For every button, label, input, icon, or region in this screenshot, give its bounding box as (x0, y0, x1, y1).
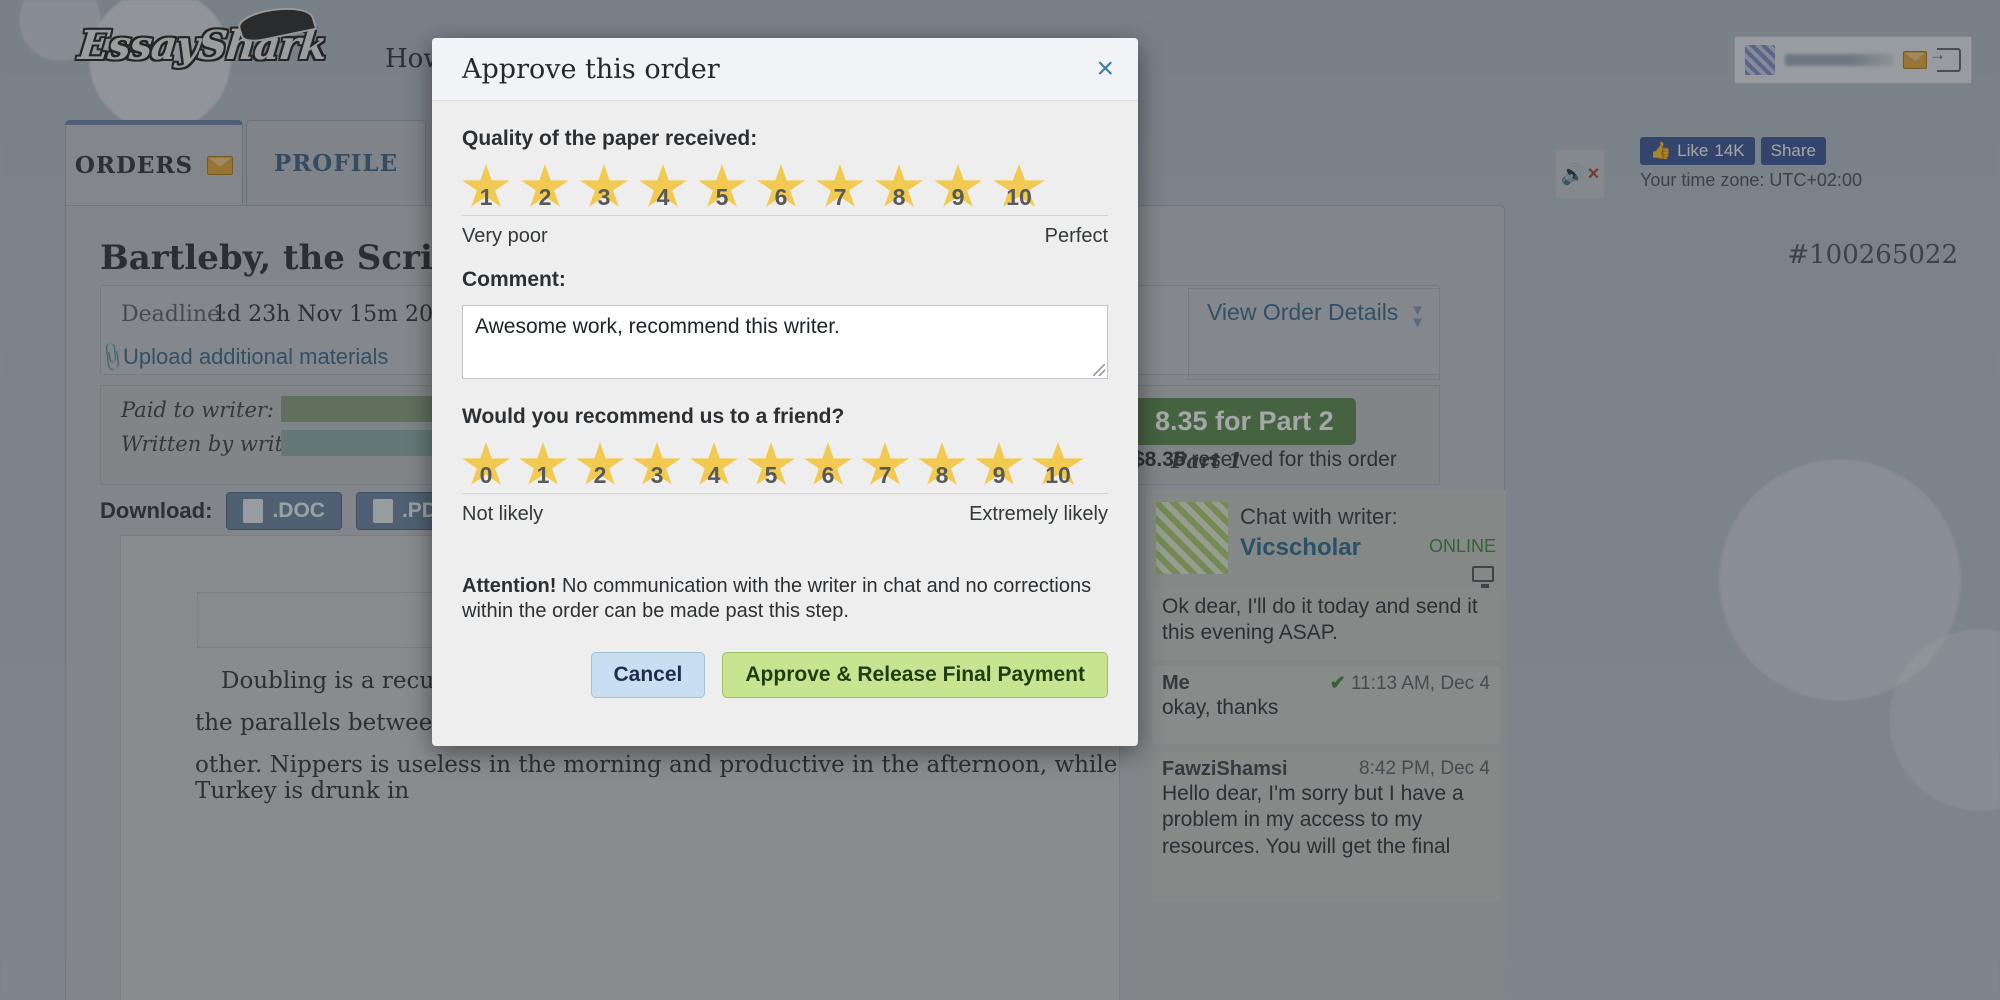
quality-star-4[interactable]: 4 (639, 164, 687, 210)
quality-star-label: 2 (538, 184, 552, 210)
quality-star-label: 7 (833, 184, 847, 210)
modal-header: Approve this order × (432, 38, 1138, 101)
nps-star-5[interactable]: 5 (747, 442, 795, 488)
nps-rating-section: Would you recommend us to a friend? 0 1 2 3… (462, 405, 1108, 526)
quality-star-5[interactable]: 5 (698, 164, 746, 210)
comment-section: Comment: (462, 268, 1108, 379)
nps-star-label: 6 (821, 462, 835, 488)
attention-text: No communication with the writer in chat… (462, 575, 1092, 623)
nps-star-1[interactable]: 1 (519, 442, 567, 488)
nps-star-label: 0 (479, 462, 493, 488)
nps-star-label: 3 (650, 462, 664, 488)
quality-star-2[interactable]: 2 (521, 164, 569, 210)
modal-body: Quality of the paper received: 1 2 3 4 5 6 7 8 9… (432, 101, 1138, 699)
quality-star-row: 1 2 3 4 5 6 7 8 9 10 (462, 164, 1108, 210)
nps-star-label: 4 (707, 462, 721, 488)
nps-high-label: Extremely likely (969, 503, 1108, 525)
quality-star-8[interactable]: 8 (875, 164, 923, 210)
quality-star-6[interactable]: 6 (757, 164, 805, 210)
nps-star-label: 8 (935, 462, 949, 488)
nps-label: Would you recommend us to a friend? (462, 405, 845, 428)
attention-notice: Attention! No communication with the wri… (462, 574, 1108, 624)
attention-bold: Attention! (462, 575, 557, 597)
quality-star-label: 10 (1006, 184, 1032, 210)
nps-star-label: 7 (878, 462, 892, 488)
nps-star-label: 5 (764, 462, 778, 488)
modal-actions: Cancel Approve & Release Final Payment (462, 652, 1108, 699)
nps-star-0[interactable]: 0 (462, 442, 510, 488)
quality-star-9[interactable]: 9 (934, 164, 982, 210)
quality-label: Quality of the paper received: (462, 127, 758, 150)
divider (462, 493, 1108, 494)
close-icon[interactable]: × (1096, 54, 1114, 84)
approve-release-payment-button[interactable]: Approve & Release Final Payment (722, 652, 1108, 699)
nps-star-label: 1 (536, 462, 550, 488)
nps-low-label: Not likely (462, 503, 544, 525)
nps-star-4[interactable]: 4 (690, 442, 738, 488)
nps-star-8[interactable]: 8 (918, 442, 966, 488)
quality-star-label: 1 (479, 184, 493, 210)
nps-star-6[interactable]: 6 (804, 442, 852, 488)
nps-star-7[interactable]: 7 (861, 442, 909, 488)
cancel-button[interactable]: Cancel (590, 652, 706, 699)
comment-input[interactable] (462, 305, 1108, 379)
nps-star-2[interactable]: 2 (576, 442, 624, 488)
modal-title: Approve this order (462, 53, 720, 85)
nps-star-10[interactable]: 10 (1032, 442, 1084, 488)
nps-endpoint-labels: Not likely Extremely likely (462, 503, 1108, 526)
quality-star-label: 4 (656, 184, 670, 210)
quality-star-1[interactable]: 1 (462, 164, 510, 210)
quality-star-label: 5 (715, 184, 729, 210)
quality-star-7[interactable]: 7 (816, 164, 864, 210)
quality-star-10[interactable]: 10 (993, 164, 1045, 210)
comment-label: Comment: (462, 268, 566, 291)
nps-star-label: 2 (593, 462, 607, 488)
quality-star-label: 9 (951, 184, 965, 210)
quality-rating-section: Quality of the paper received: 1 2 3 4 5 6 7 8 9… (462, 127, 1108, 248)
quality-star-label: 3 (597, 184, 611, 210)
nps-star-9[interactable]: 9 (975, 442, 1023, 488)
nps-star-row: 0 1 2 3 4 5 6 7 8 9 10 (462, 442, 1108, 488)
quality-star-label: 6 (774, 184, 788, 210)
quality-endpoint-labels: Very poor Perfect (462, 225, 1108, 248)
nps-star-label: 10 (1045, 462, 1071, 488)
quality-star-label: 8 (892, 184, 906, 210)
approve-order-modal: Approve this order × Quality of the pape… (432, 38, 1138, 746)
quality-star-3[interactable]: 3 (580, 164, 628, 210)
divider (462, 215, 1108, 216)
comment-textarea-wrap (462, 305, 1108, 379)
quality-high-label: Perfect (1044, 225, 1108, 247)
nps-star-3[interactable]: 3 (633, 442, 681, 488)
quality-low-label: Very poor (462, 225, 548, 247)
nps-star-label: 9 (992, 462, 1006, 488)
